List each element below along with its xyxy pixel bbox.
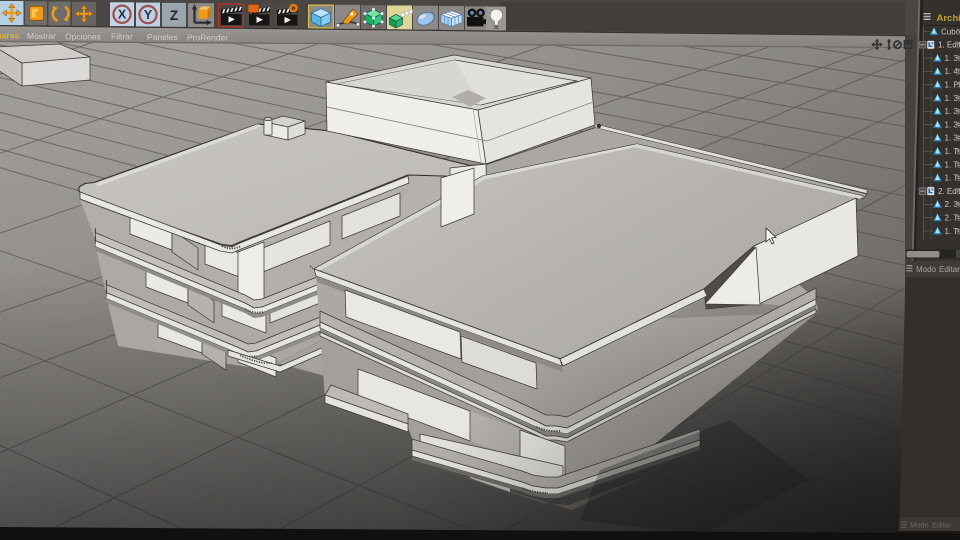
svg-text:Z: Z — [170, 8, 178, 23]
svg-text:Opciones: Opciones — [65, 31, 101, 41]
svg-text:Y: Y — [144, 8, 153, 22]
svg-text:Modo: Modo — [916, 265, 937, 274]
svg-text:Paneles: Paneles — [147, 32, 178, 42]
svg-text:Archivo: Archivo — [937, 13, 960, 24]
svg-text:X: X — [118, 8, 127, 22]
svg-text:Filtrar: Filtrar — [111, 32, 133, 42]
svg-text:ProRender: ProRender — [187, 32, 228, 42]
svg-text:2. Edificio: 2. Edificio — [938, 187, 960, 196]
svg-text:Mostrar: Mostrar — [27, 31, 56, 41]
svg-text:maras: maras — [0, 31, 19, 41]
svg-text:Editar: Editar — [932, 521, 952, 530]
svg-text:Cubo: Cubo — [941, 27, 960, 36]
svg-text:Modo: Modo — [910, 521, 929, 530]
svg-text:1. Edifi: 1. Edifi — [938, 41, 960, 50]
svg-text:Editar: Editar — [939, 265, 960, 274]
